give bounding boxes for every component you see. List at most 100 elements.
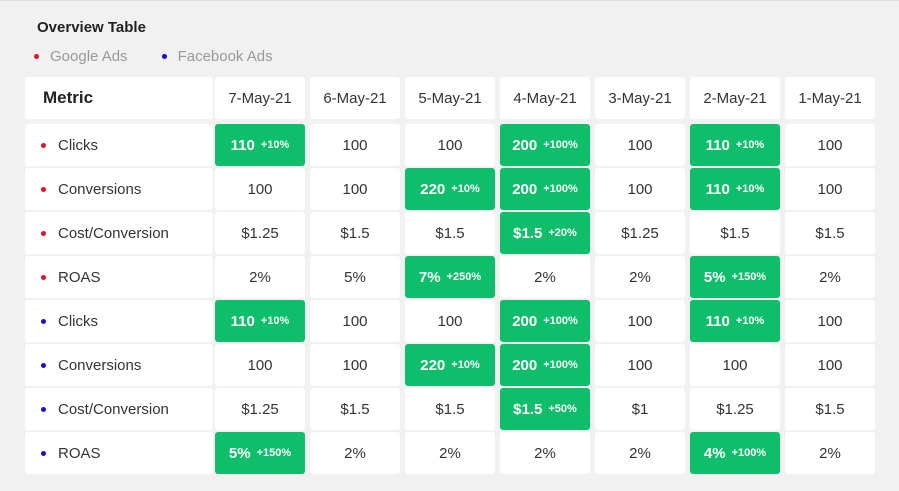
metric-label-cell: Clicks bbox=[25, 124, 213, 166]
metric-name: Cost/Conversion bbox=[58, 400, 169, 418]
table-cell: $1.25 bbox=[215, 212, 305, 254]
table-cell: 2% bbox=[500, 432, 590, 474]
highlighted-cell: 7% +250% bbox=[405, 256, 495, 298]
cell-value: 100 bbox=[247, 180, 273, 198]
table-cell: 100 bbox=[405, 124, 495, 166]
change-badge: 4% +100% bbox=[690, 432, 780, 474]
cell-value: 2% bbox=[249, 268, 271, 286]
change-badge: 110 +10% bbox=[690, 168, 780, 210]
table-cell: 100 bbox=[595, 124, 685, 166]
cell-value: $1.5 bbox=[435, 224, 465, 242]
cell-value: $1.5 bbox=[435, 400, 465, 418]
cell-value: $1.25 bbox=[716, 400, 754, 418]
cell-value: 100 bbox=[342, 312, 368, 330]
table-cell: 100 bbox=[215, 168, 305, 210]
change-badge: 110 +10% bbox=[215, 300, 305, 342]
legend-label: Google Ads bbox=[50, 48, 128, 65]
highlighted-cell: $1.5 +20% bbox=[500, 212, 590, 254]
metric-label-cell: Cost/Conversion bbox=[25, 388, 213, 430]
table-cell: 100 bbox=[690, 344, 780, 386]
google-dot-icon bbox=[41, 186, 46, 192]
metric-label-cell: ROAS bbox=[25, 432, 213, 474]
cell-value: 100 bbox=[342, 356, 368, 374]
metric-name: ROAS bbox=[58, 444, 101, 462]
change-percent: +50% bbox=[548, 403, 577, 415]
change-badge: 200 +100% bbox=[500, 168, 590, 210]
cell-value: $1.5 bbox=[340, 224, 370, 242]
table-cell: 100 bbox=[785, 124, 875, 166]
legend-item-google[interactable]: Google Ads bbox=[34, 48, 128, 65]
change-percent: +10% bbox=[735, 315, 765, 327]
change-badge: $1.5 +20% bbox=[500, 212, 590, 254]
google-dot-icon bbox=[41, 274, 46, 280]
table-cell: 100 bbox=[785, 168, 875, 210]
table-cell: $1.25 bbox=[690, 388, 780, 430]
metric-name: Conversions bbox=[58, 356, 142, 374]
facebook-dot-icon bbox=[161, 54, 167, 59]
change-percent: +10% bbox=[451, 183, 480, 195]
change-badge: 5% +150% bbox=[215, 432, 305, 474]
google-dot-icon bbox=[41, 142, 46, 148]
change-percent: +20% bbox=[548, 227, 577, 239]
cell-value: 5% bbox=[344, 268, 366, 286]
cell-value: 100 bbox=[627, 356, 653, 374]
cell-value: $1.5 bbox=[513, 400, 543, 418]
cell-value: $1.5 bbox=[513, 224, 543, 242]
cell-value: 110 bbox=[705, 136, 730, 154]
legend-item-facebook[interactable]: Facebook Ads bbox=[161, 48, 273, 65]
cell-value: 110 bbox=[230, 312, 255, 330]
google-dot-icon bbox=[41, 230, 46, 236]
highlighted-cell: 200 +100% bbox=[500, 300, 590, 342]
date-column-header: 5-May-21 bbox=[405, 77, 495, 119]
highlighted-cell: 110 +10% bbox=[690, 300, 780, 342]
cell-value: 200 bbox=[512, 180, 538, 198]
change-badge: 200 +100% bbox=[500, 300, 590, 342]
change-percent: +250% bbox=[446, 271, 482, 283]
cell-value: 2% bbox=[629, 268, 651, 286]
table-cell: 100 bbox=[595, 168, 685, 210]
highlighted-cell: $1.5 +50% bbox=[500, 388, 590, 430]
table-cell: $1 bbox=[595, 388, 685, 430]
cell-value: 2% bbox=[819, 444, 841, 462]
change-percent: +10% bbox=[260, 139, 290, 151]
table-cell: 100 bbox=[215, 344, 305, 386]
highlighted-cell: 200 +100% bbox=[500, 344, 590, 386]
highlighted-cell: 5% +150% bbox=[690, 256, 780, 298]
date-column-header: 1-May-21 bbox=[785, 77, 875, 119]
table-cell: $1.5 bbox=[405, 388, 495, 430]
table-cell: 100 bbox=[785, 344, 875, 386]
change-badge: 110 +10% bbox=[215, 124, 305, 166]
change-percent: +100% bbox=[731, 447, 767, 459]
date-column-header: 7-May-21 bbox=[215, 77, 305, 119]
cell-value: 2% bbox=[534, 444, 556, 462]
metric-label-cell: Conversions bbox=[25, 168, 213, 210]
change-badge: 7% +250% bbox=[405, 256, 495, 298]
cell-value: 2% bbox=[439, 444, 461, 462]
legend-label: Facebook Ads bbox=[177, 48, 273, 65]
facebook-dot-icon bbox=[41, 318, 46, 324]
facebook-dot-icon bbox=[41, 450, 46, 456]
cell-value: 100 bbox=[817, 312, 843, 330]
cell-value: 200 bbox=[512, 356, 538, 374]
change-badge: 5% +150% bbox=[690, 256, 780, 298]
date-column-header: 6-May-21 bbox=[310, 77, 400, 119]
cell-value: 100 bbox=[342, 180, 368, 198]
change-badge: $1.5 +50% bbox=[500, 388, 590, 430]
table-cell: 100 bbox=[785, 300, 875, 342]
change-badge: 220 +10% bbox=[405, 168, 495, 210]
cell-value: 200 bbox=[512, 312, 538, 330]
cell-value: 7% bbox=[418, 268, 441, 286]
metric-name: Cost/Conversion bbox=[58, 224, 169, 242]
metric-column-header: Metric bbox=[25, 77, 213, 119]
cell-value: 220 bbox=[420, 356, 446, 374]
change-percent: +100% bbox=[543, 315, 578, 327]
metric-label-cell: Clicks bbox=[25, 300, 213, 342]
metric-label-cell: ROAS bbox=[25, 256, 213, 298]
table-cell: $1.5 bbox=[785, 388, 875, 430]
table-cell: 100 bbox=[310, 300, 400, 342]
table-cell: 2% bbox=[310, 432, 400, 474]
cell-value: 100 bbox=[627, 312, 653, 330]
cell-value: 100 bbox=[247, 356, 273, 374]
legend: Google Ads Facebook Ads bbox=[34, 48, 273, 65]
change-percent: +10% bbox=[735, 139, 765, 151]
